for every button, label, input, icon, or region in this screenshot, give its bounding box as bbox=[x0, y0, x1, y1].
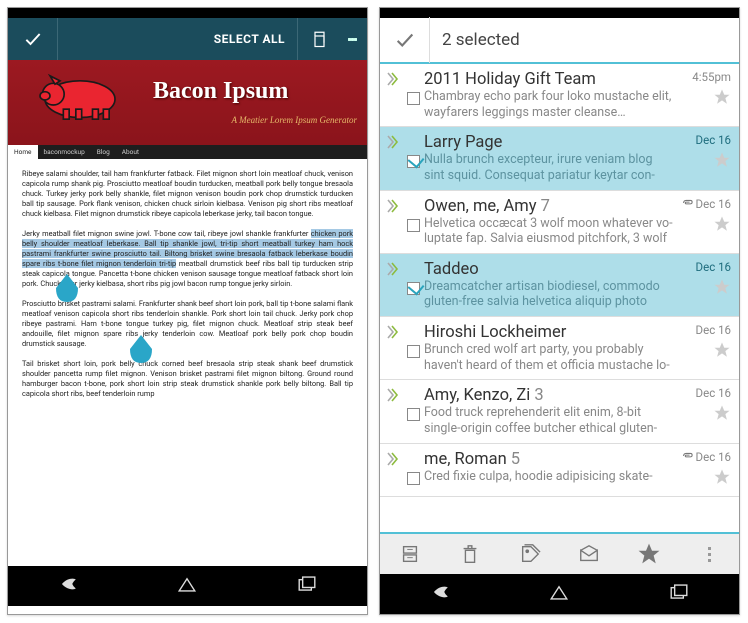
sender-line: Taddeo bbox=[424, 260, 673, 279]
timestamp: Dec 16 bbox=[696, 133, 731, 147]
done-button[interactable] bbox=[8, 18, 58, 60]
copy-icon bbox=[309, 30, 327, 48]
snippet: Food truck reprehenderit elit enim, 8-bi… bbox=[424, 405, 673, 436]
sender-line: Owen, me, Amy 7 bbox=[424, 197, 673, 216]
star-button[interactable] bbox=[625, 533, 673, 575]
system-navbar bbox=[380, 574, 739, 614]
email-row[interactable]: me, Roman 5Cred fixie culpa, hoodie adip… bbox=[380, 444, 739, 497]
row-checkbox[interactable] bbox=[402, 197, 424, 247]
back-button[interactable] bbox=[427, 579, 453, 609]
email-row[interactable]: TaddeoDreamcatcher artisan biodiesel, co… bbox=[380, 254, 739, 317]
home-button[interactable] bbox=[174, 571, 200, 601]
star-toggle[interactable] bbox=[713, 215, 731, 237]
row-checkbox[interactable] bbox=[402, 260, 424, 310]
check-icon bbox=[23, 29, 43, 49]
row-checkbox[interactable] bbox=[402, 70, 424, 120]
star-toggle[interactable] bbox=[713, 404, 731, 426]
selection-handle-end[interactable] bbox=[130, 335, 152, 363]
recents-button[interactable] bbox=[666, 579, 692, 609]
email-row[interactable]: Amy, Kenzo, Zi 3Food truck reprehenderit… bbox=[380, 380, 739, 443]
selection-handle-start[interactable] bbox=[56, 274, 78, 302]
email-row[interactable]: Larry PageNulla brunch excepteur, irure … bbox=[380, 127, 739, 190]
check-icon bbox=[394, 29, 416, 51]
snippet: Cred fixie culpa, hoodie adipisicing ska… bbox=[424, 469, 673, 485]
site-subtitle: A Meatier Lorem Ipsum Generator bbox=[232, 115, 358, 125]
overflow-menu[interactable] bbox=[685, 533, 733, 575]
snippet: Brunch cred wolf art party, you probably… bbox=[424, 342, 673, 373]
nav-item[interactable]: Blog bbox=[91, 148, 116, 156]
attachment-icon bbox=[681, 450, 693, 464]
copy-button[interactable] bbox=[297, 18, 337, 60]
email-row[interactable]: 2011 Holiday Gift TeamChambray echo park… bbox=[380, 64, 739, 127]
importance-marker[interactable] bbox=[384, 197, 402, 247]
snippet: Dreamcatcher artisan biodiesel, commodo … bbox=[424, 279, 673, 310]
phone-frame-left: SELECT ALL Bacon Ipsum A Meatier Lorem I… bbox=[7, 7, 368, 615]
sender-line: 2011 Holiday Gift Team bbox=[424, 70, 673, 89]
phone-frame-right: 2 selected 2011 Holiday Gift TeamChambra… bbox=[379, 7, 740, 615]
archive-button[interactable] bbox=[386, 533, 434, 575]
back-button[interactable] bbox=[55, 571, 81, 601]
importance-marker[interactable] bbox=[384, 70, 402, 120]
row-checkbox[interactable] bbox=[402, 323, 424, 373]
timestamp: Dec 16 bbox=[696, 323, 731, 337]
pig-logo-icon bbox=[30, 64, 130, 126]
email-row[interactable]: Owen, me, Amy 7Helvetica occæcat 3 wolf … bbox=[380, 191, 739, 254]
nav-home[interactable]: Home bbox=[8, 145, 38, 159]
paragraph[interactable]: Tail brisket short loin, pork belly chuc… bbox=[22, 359, 353, 399]
email-row[interactable]: Hiroshi LockheimerBrunch cred wolf art p… bbox=[380, 317, 739, 380]
action-bar: SELECT ALL bbox=[8, 18, 367, 60]
selection-count: 2 selected bbox=[430, 30, 520, 50]
webview[interactable]: Bacon Ipsum A Meatier Lorem Ipsum Genera… bbox=[8, 60, 367, 566]
star-toggle[interactable] bbox=[713, 88, 731, 110]
labels-button[interactable] bbox=[506, 533, 554, 575]
timestamp: Dec 16 bbox=[681, 450, 731, 464]
star-toggle[interactable] bbox=[713, 278, 731, 300]
recents-button[interactable] bbox=[294, 571, 320, 601]
timestamp: 4:55pm bbox=[692, 70, 731, 84]
paragraph[interactable]: Prosciutto brisket pastrami salami. Fran… bbox=[22, 299, 353, 349]
row-checkbox[interactable] bbox=[402, 450, 424, 490]
statusbar bbox=[8, 8, 367, 18]
attachment-icon bbox=[681, 197, 693, 211]
overflow-menu[interactable] bbox=[337, 36, 367, 42]
site-nav: Home baconmockup Blog About bbox=[8, 145, 367, 159]
importance-marker[interactable] bbox=[384, 260, 402, 310]
home-button[interactable] bbox=[546, 579, 572, 609]
timestamp: Dec 16 bbox=[681, 197, 731, 211]
row-checkbox[interactable] bbox=[402, 386, 424, 436]
importance-marker[interactable] bbox=[384, 386, 402, 436]
nav-item[interactable]: baconmockup bbox=[38, 148, 91, 156]
star-toggle[interactable] bbox=[713, 468, 731, 490]
importance-marker[interactable] bbox=[384, 133, 402, 183]
bottom-toolbar bbox=[380, 532, 739, 574]
action-bar: 2 selected bbox=[380, 18, 739, 64]
sender-line: Amy, Kenzo, Zi 3 bbox=[424, 386, 673, 405]
email-list[interactable]: 2011 Holiday Gift TeamChambray echo park… bbox=[380, 64, 739, 532]
site-banner: Bacon Ipsum A Meatier Lorem Ipsum Genera… bbox=[8, 60, 367, 145]
snippet: Nulla brunch excepteur, irure veniam blo… bbox=[424, 152, 673, 183]
nav-item[interactable]: About bbox=[116, 148, 145, 156]
sender-line: me, Roman 5 bbox=[424, 450, 673, 469]
select-all-button[interactable]: SELECT ALL bbox=[202, 18, 297, 60]
paragraph[interactable]: Ribeye salami shoulder, tail ham frankfu… bbox=[22, 169, 353, 219]
timestamp: Dec 16 bbox=[696, 260, 731, 274]
row-checkbox[interactable] bbox=[402, 133, 424, 183]
mark-unread-button[interactable] bbox=[565, 533, 613, 575]
sender-line: Hiroshi Lockheimer bbox=[424, 323, 673, 342]
site-title: Bacon Ipsum bbox=[153, 78, 288, 105]
statusbar bbox=[380, 8, 739, 18]
text-selection[interactable]: chicken pork belly shoulder meatloaf leb… bbox=[22, 229, 353, 268]
system-navbar bbox=[8, 566, 367, 606]
star-toggle[interactable] bbox=[713, 151, 731, 173]
star-toggle[interactable] bbox=[713, 341, 731, 363]
importance-marker[interactable] bbox=[384, 450, 402, 490]
timestamp: Dec 16 bbox=[696, 386, 731, 400]
done-button[interactable] bbox=[380, 17, 430, 63]
sender-line: Larry Page bbox=[424, 133, 673, 152]
snippet: Chambray echo park four loko mustache el… bbox=[424, 89, 673, 120]
snippet: Helvetica occæcat 3 wolf moon whatever v… bbox=[424, 216, 673, 247]
importance-marker[interactable] bbox=[384, 323, 402, 373]
delete-button[interactable] bbox=[446, 533, 494, 575]
